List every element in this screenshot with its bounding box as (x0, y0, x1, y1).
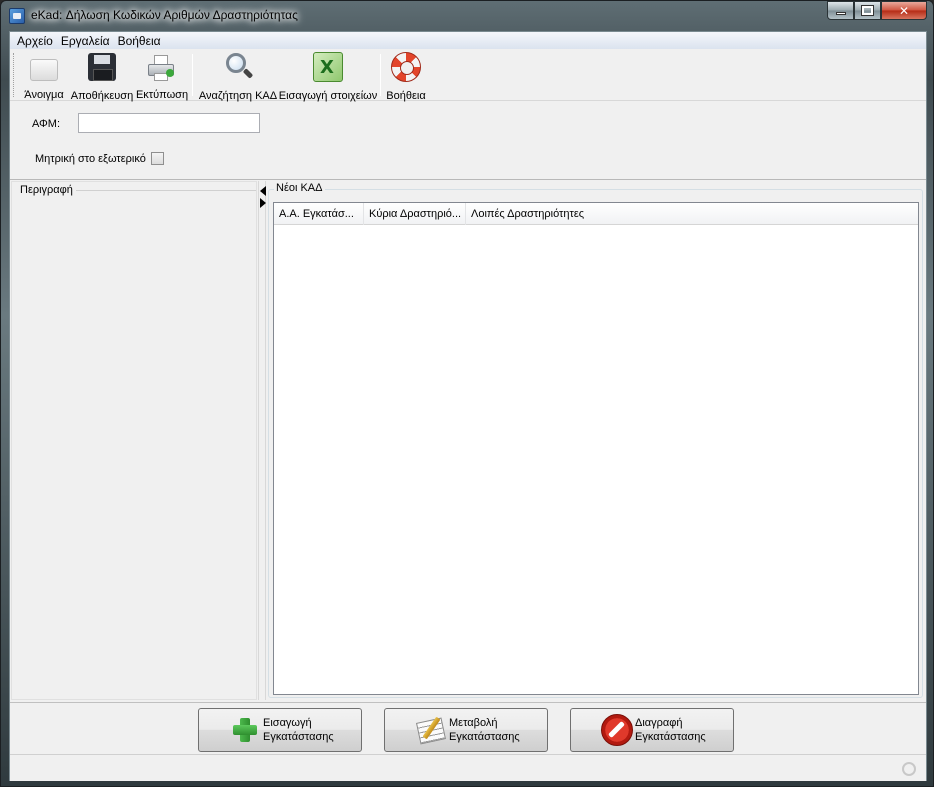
delete-establishment-label: Διαγραφή Εγκατάστασης (635, 716, 706, 744)
modify-establishment-button[interactable]: Μεταβολή Εγκατάστασης (384, 708, 548, 752)
description-panel: Περιγραφή (11, 181, 257, 700)
delete-line2: Εγκατάστασης (635, 731, 706, 743)
print-label: Εκτύπωση (135, 89, 189, 101)
maximize-icon (861, 5, 874, 16)
save-label: Αποθήκευση (70, 90, 134, 102)
busy-indicator-icon (902, 762, 916, 776)
printer-icon (146, 51, 178, 82)
action-bar: Εισαγωγή Εγκατάστασης Μεταβολή Εγκατάστα… (10, 702, 926, 754)
modify-line1: Μεταβολή (449, 717, 498, 729)
foreign-parent-label: Μητρική στο εξωτερικό (35, 153, 146, 165)
maximize-button[interactable] (854, 1, 881, 20)
foreign-parent-checkbox[interactable] (151, 152, 164, 165)
status-bar (10, 754, 926, 781)
floppy-disk-icon (86, 51, 118, 83)
description-title: Περιγραφή (20, 184, 73, 196)
close-button[interactable]: ✕ (881, 1, 927, 20)
toolbar-separator (192, 54, 193, 96)
no-entry-icon (601, 714, 633, 746)
menu-bar: Αρχείο Εργαλεία Βοήθεια (10, 32, 926, 49)
client-area: Αρχείο Εργαλεία Βοήθεια Άνοιγμα Αποθήκευ… (9, 31, 927, 781)
delete-line1: Διαγραφή (635, 717, 683, 729)
column-header-other-activities[interactable]: Λοιπές Δραστηριότητες (466, 203, 918, 225)
minimize-icon (835, 12, 846, 15)
insert-line2: Εγκατάστασης (263, 731, 334, 743)
save-button[interactable]: Αποθήκευση (70, 49, 134, 102)
form-area: ΑΦΜ: Μητρική στο εξωτερικό (10, 102, 926, 180)
open-label: Άνοιγμα (24, 89, 64, 101)
splitter[interactable] (258, 181, 266, 700)
lifebuoy-icon (390, 51, 422, 83)
menu-help[interactable]: Βοήθεια (114, 34, 165, 48)
minimize-button[interactable] (827, 1, 854, 20)
magnifier-icon (222, 51, 254, 83)
close-icon: ✕ (898, 3, 910, 18)
column-header-establishment[interactable]: Α.Α. Εγκατάσ... (274, 203, 364, 225)
app-window: eKad: Δήλωση Κωδικών Αριθμών Δραστηριότη… (0, 0, 934, 787)
afm-input[interactable] (78, 113, 260, 133)
collapse-left-icon[interactable] (260, 186, 266, 196)
insert-line1: Εισαγωγή (263, 717, 312, 729)
insert-establishment-button[interactable]: Εισαγωγή Εγκατάστασης (198, 708, 362, 752)
open-button[interactable]: Άνοιγμα (20, 49, 68, 101)
title-bar[interactable]: eKad: Δήλωση Κωδικών Αριθμών Δραστηριότη… (1, 1, 933, 31)
kad-list[interactable]: Α.Α. Εγκατάσ... Κύρια Δραστηριό... Λοιπέ… (273, 202, 919, 695)
help-label: Βοήθεια (386, 90, 426, 102)
help-button[interactable]: Βοήθεια (386, 49, 426, 102)
toolbar-grip[interactable] (13, 53, 16, 97)
print-button[interactable]: Εκτύπωση (136, 49, 188, 101)
modify-establishment-label: Μεταβολή Εγκατάστασης (449, 716, 520, 744)
toolbar-separator (380, 54, 381, 96)
excel-icon (312, 51, 344, 83)
app-icon[interactable] (9, 8, 25, 24)
kad-list-header: Α.Α. Εγκατάσ... Κύρια Δραστηριό... Λοιπέ… (274, 203, 918, 225)
expand-right-icon[interactable] (260, 198, 266, 208)
import-data-button[interactable]: Εισαγωγή στοιχείων (278, 49, 378, 102)
divider (76, 190, 256, 191)
insert-establishment-label: Εισαγωγή Εγκατάστασης (263, 716, 334, 744)
afm-label: ΑΦΜ: (32, 118, 61, 130)
toolbar: Άνοιγμα Αποθήκευση Εκτύπωση Αναζήτηση ΚΑ… (10, 49, 926, 102)
delete-establishment-button[interactable]: Διαγραφή Εγκατάστασης (570, 708, 734, 752)
new-kad-panel: Νέοι ΚΑΔ Α.Α. Εγκατάσ... Κύρια Δραστηριό… (268, 181, 924, 700)
search-kad-button[interactable]: Αναζήτηση ΚΑΔ (198, 49, 278, 102)
column-header-main-activity[interactable]: Κύρια Δραστηριό... (364, 203, 466, 225)
menu-file[interactable]: Αρχείο (13, 34, 57, 48)
menu-tools[interactable]: Εργαλεία (57, 34, 114, 48)
folder-icon (28, 51, 60, 82)
plus-icon (229, 714, 261, 746)
window-title: eKad: Δήλωση Κωδικών Αριθμών Δραστηριότη… (31, 8, 298, 22)
search-kad-label: Αναζήτηση ΚΑΔ (198, 90, 278, 102)
modify-line2: Εγκατάστασης (449, 731, 520, 743)
window-controls: ✕ (827, 1, 927, 21)
import-data-label: Εισαγωγή στοιχείων (278, 90, 378, 102)
new-kad-title: Νέοι ΚΑΔ (274, 182, 325, 194)
edit-document-icon (415, 714, 447, 746)
